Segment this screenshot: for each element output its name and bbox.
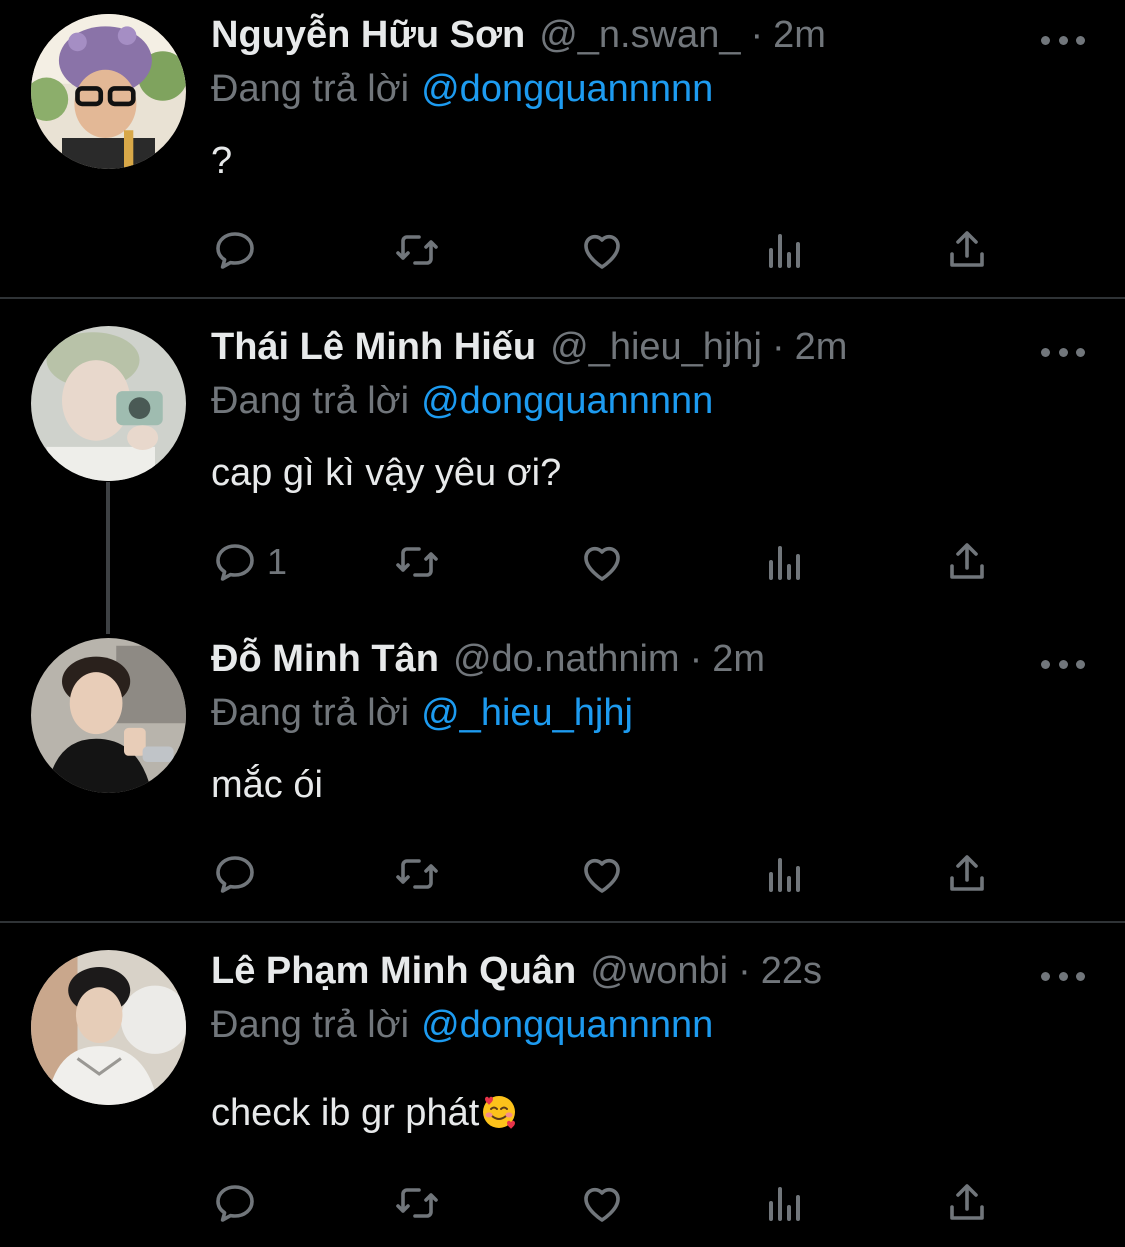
avatar-image (31, 326, 186, 481)
more-icon[interactable] (1041, 652, 1085, 676)
separator-dot: · (750, 14, 764, 56)
tweet[interactable]: Đỗ Minh Tân @do.nathnim · 2m Đang trả lờ… (0, 624, 1125, 922)
user-handle[interactable]: @_hieu_hjhj (550, 326, 762, 369)
share-button[interactable] (943, 849, 991, 899)
replying-to-handle[interactable]: @dongquannnnn (421, 380, 713, 422)
reply-button[interactable] (211, 1178, 267, 1228)
replying-to-handle[interactable]: @_hieu_hjhj (421, 692, 633, 734)
user-handle[interactable]: @_n.swan_ (539, 14, 740, 57)
tweet-text-container: check ib gr phát (211, 1091, 519, 1135)
like-button[interactable] (578, 1178, 626, 1228)
tweet-text: mắc ói (211, 764, 323, 806)
like-icon (584, 546, 620, 581)
display-name[interactable]: Nguyễn Hữu Sơn (211, 14, 525, 57)
share-button[interactable] (943, 225, 991, 275)
reply-icon (216, 1185, 254, 1222)
display-name[interactable]: Đỗ Minh Tân (211, 638, 439, 681)
action-bar (211, 225, 1011, 275)
tweet[interactable]: Lê Phạm Minh Quân @wonbi · 22s Đang trả … (0, 936, 1125, 1247)
timestamp[interactable]: 2m (795, 326, 848, 369)
share-button[interactable] (943, 1178, 991, 1228)
tweet[interactable]: Nguyễn Hữu Sơn @_n.swan_ · 2m Đang trả l… (0, 0, 1125, 298)
views-button[interactable] (761, 849, 809, 899)
reply-button[interactable]: 1 (211, 537, 287, 587)
replying-to-label: Đang trả lời (211, 68, 410, 110)
reply-icon (216, 232, 254, 269)
views-button[interactable] (761, 537, 809, 587)
retweet-icon (396, 859, 438, 889)
avatar[interactable] (31, 326, 186, 481)
replying-to-label: Đang trả lời (211, 380, 410, 422)
reply-button[interactable] (211, 225, 267, 275)
more-icon[interactable] (1041, 28, 1085, 52)
retweet-button[interactable] (393, 537, 441, 587)
user-handle[interactable]: @do.nathnim (453, 638, 680, 681)
action-bar (211, 849, 1011, 899)
reply-button[interactable] (211, 849, 267, 899)
smiling-face-with-hearts-icon (483, 1096, 516, 1129)
tweet-text: ? (211, 140, 233, 182)
display-name[interactable]: Thái Lê Minh Hiếu (211, 326, 536, 369)
replying-to: Đang trả lời @_hieu_hjhj (211, 692, 633, 735)
retweet-icon (396, 1188, 438, 1218)
timestamp[interactable]: 2m (712, 638, 765, 681)
retweet-button[interactable] (393, 849, 441, 899)
display-name[interactable]: Lê Phạm Minh Quân (211, 950, 576, 993)
share-button[interactable] (943, 537, 991, 587)
avatar-image (31, 14, 186, 169)
replying-to-label: Đang trả lời (211, 1004, 410, 1046)
separator-dot: · (738, 950, 751, 992)
action-bar (211, 1178, 1011, 1228)
like-button[interactable] (578, 225, 626, 275)
replying-to-label: Đang trả lời (211, 692, 410, 734)
reply-icon (216, 856, 254, 893)
share-icon (950, 543, 984, 579)
avatar[interactable] (31, 638, 186, 793)
separator-dot: · (689, 638, 703, 680)
retweet-icon (396, 547, 438, 577)
divider (0, 921, 1125, 923)
avatar-image (31, 950, 186, 1105)
replying-to: Đang trả lời @dongquannnnn (211, 68, 713, 111)
views-button[interactable] (761, 1178, 809, 1228)
tweet-text: check ib gr phát (211, 1092, 480, 1134)
retweet-icon (396, 235, 438, 265)
avatar-image (31, 638, 186, 793)
reply-count: 1 (267, 541, 288, 582)
avatar[interactable] (31, 14, 186, 169)
separator-dot: · (771, 326, 785, 368)
avatar[interactable] (31, 950, 186, 1105)
like-button[interactable] (578, 849, 626, 899)
more-icon[interactable] (1041, 340, 1085, 364)
retweet-button[interactable] (393, 1178, 441, 1228)
replying-to-handle[interactable]: @dongquannnnn (421, 1004, 713, 1046)
replying-to: Đang trả lời @dongquannnnn (211, 1004, 713, 1047)
like-icon (584, 858, 620, 893)
timestamp[interactable]: 22s (761, 950, 822, 993)
reply-icon (216, 544, 254, 581)
more-icon[interactable] (1041, 964, 1085, 988)
user-handle[interactable]: @wonbi (590, 950, 728, 993)
retweet-button[interactable] (393, 225, 441, 275)
views-icon (769, 546, 800, 580)
divider (0, 297, 1125, 299)
replying-to: Đang trả lời @dongquannnnn (211, 380, 713, 423)
views-button[interactable] (761, 225, 809, 275)
like-button[interactable] (578, 537, 626, 587)
share-icon (950, 855, 984, 891)
views-icon (769, 858, 800, 892)
action-bar: 1 (211, 537, 1011, 587)
tweet[interactable]: Thái Lê Minh Hiếu @_hieu_hjhj · 2m Đang … (0, 312, 1125, 612)
views-icon (769, 1187, 800, 1221)
views-icon (769, 234, 800, 268)
replying-to-handle[interactable]: @dongquannnnn (421, 68, 713, 110)
like-icon (584, 234, 620, 269)
share-icon (950, 231, 984, 267)
share-icon (950, 1184, 984, 1220)
tweet-text: cap gì kì vậy yêu ơi? (211, 452, 562, 494)
like-icon (584, 1187, 620, 1222)
timestamp[interactable]: 2m (773, 14, 826, 57)
